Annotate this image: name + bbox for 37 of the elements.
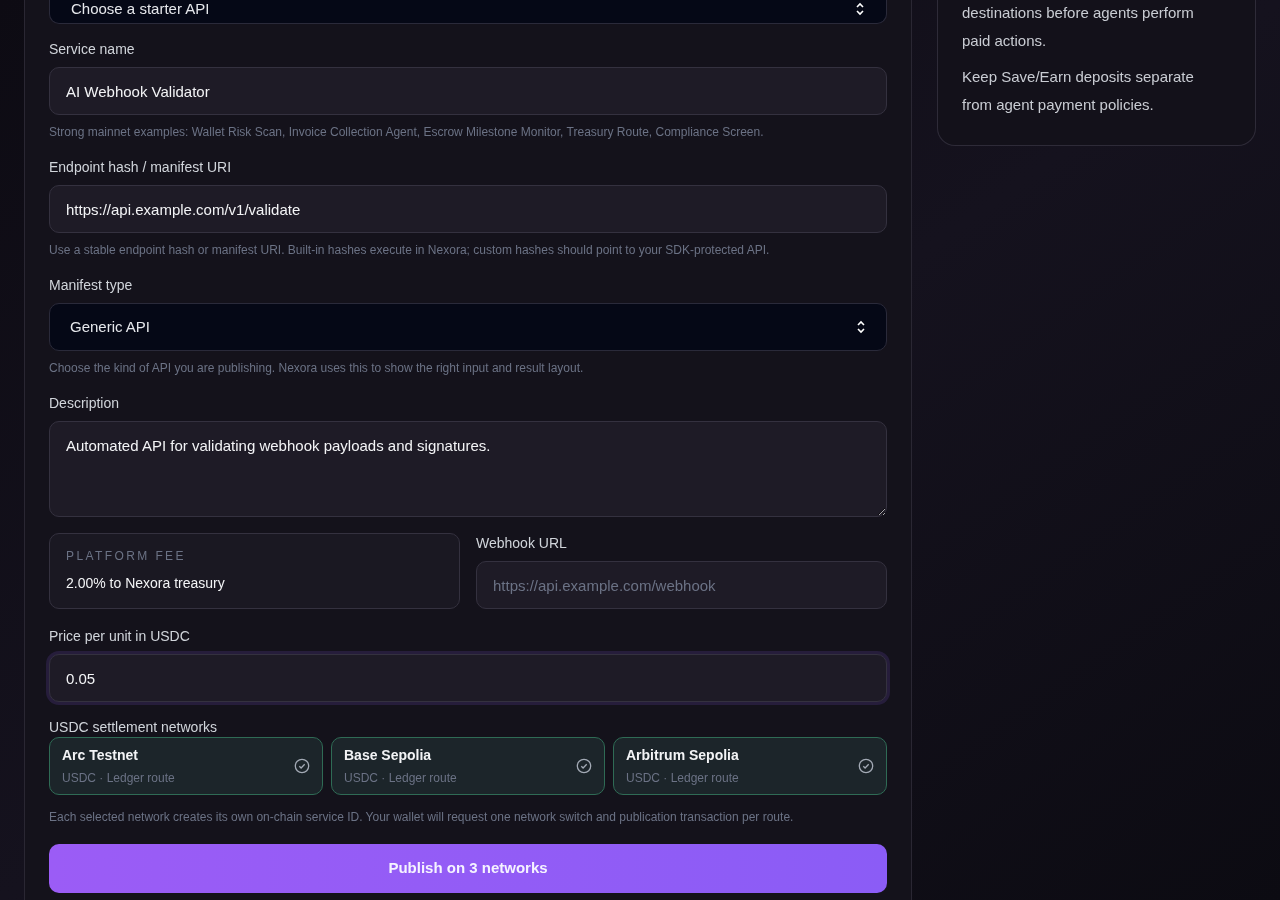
tip-text: Keep Save/Earn deposits separate from agent payment policies. — [962, 67, 1195, 115]
starter-select[interactable]: Choose a starter API — [49, 0, 887, 24]
network-name: Arc Testnet — [62, 746, 139, 765]
fee-value: 2.00% to Nexora treasury — [66, 574, 226, 593]
network-option[interactable]: Base Sepolia USDC · Ledger route — [331, 737, 605, 795]
caret-icon — [856, 320, 866, 334]
dropdown[interactable]: Generic API — [49, 303, 887, 351]
field-label: Price per unit in USDC — [49, 627, 191, 645]
field-label: Webhook URL — [476, 534, 568, 552]
check-circle-icon — [576, 758, 592, 774]
check-circle-icon — [858, 758, 874, 774]
tip-text: destinations before agents perform paid actions. — [962, 3, 1195, 51]
network-name: Base Sepolia — [344, 746, 433, 765]
network-detail: USDC · Ledger route — [626, 770, 739, 787]
field-label: Description — [49, 394, 121, 412]
network-name: Arbitrum Sepolia — [626, 746, 739, 765]
field-label: USDC settlement networks — [49, 718, 219, 736]
hint-text: Strong mainnet examples: Wallet Risk Scan, Invoice Collection Agent, Escrow Milestone Monitor, Treasury Route, Compliance Screen. — [49, 124, 765, 140]
field-label: Manifest type — [49, 276, 134, 294]
hint-text: Use a stable endpoint hash or manifest URI. Built-in hashes execute in Nexora; custom hashes should point to your SDK-protected API. — [49, 242, 771, 258]
network-option[interactable]: Arbitrum Sepolia USDC · Ledger route — [613, 737, 887, 795]
description-field[interactable]: Automated API for validating webhook payloads and signatures. — [49, 421, 887, 517]
text-field[interactable]: AI Webhook Validator — [49, 67, 887, 115]
network-detail: USDC · Ledger route — [62, 770, 175, 787]
network-option[interactable]: Arc Testnet USDC · Ledger route — [49, 737, 323, 795]
fee-label: PLATFORM FEE — [66, 548, 187, 565]
network-detail: USDC · Ledger route — [344, 770, 457, 787]
webhook-field[interactable]: https://api.example.com/webhook — [476, 561, 887, 609]
field-label: Endpoint hash / manifest URI — [49, 158, 233, 176]
price-field[interactable]: 0.05 — [49, 654, 887, 702]
field-label: Service name — [49, 40, 136, 58]
text-field[interactable]: https://api.example.com/v1/validate — [49, 185, 887, 233]
hint-text: Choose the kind of API you are publishing. Nexora uses this to show the right input and result layout. — [49, 360, 585, 376]
check-circle-icon — [294, 758, 310, 774]
hint-text: Each selected network creates its own on-chain service ID. Your wallet will request one network switch and publication transaction per route. — [49, 809, 795, 825]
publish-button[interactable]: Publish on 3 networks — [49, 844, 887, 893]
caret-icon — [855, 2, 865, 16]
